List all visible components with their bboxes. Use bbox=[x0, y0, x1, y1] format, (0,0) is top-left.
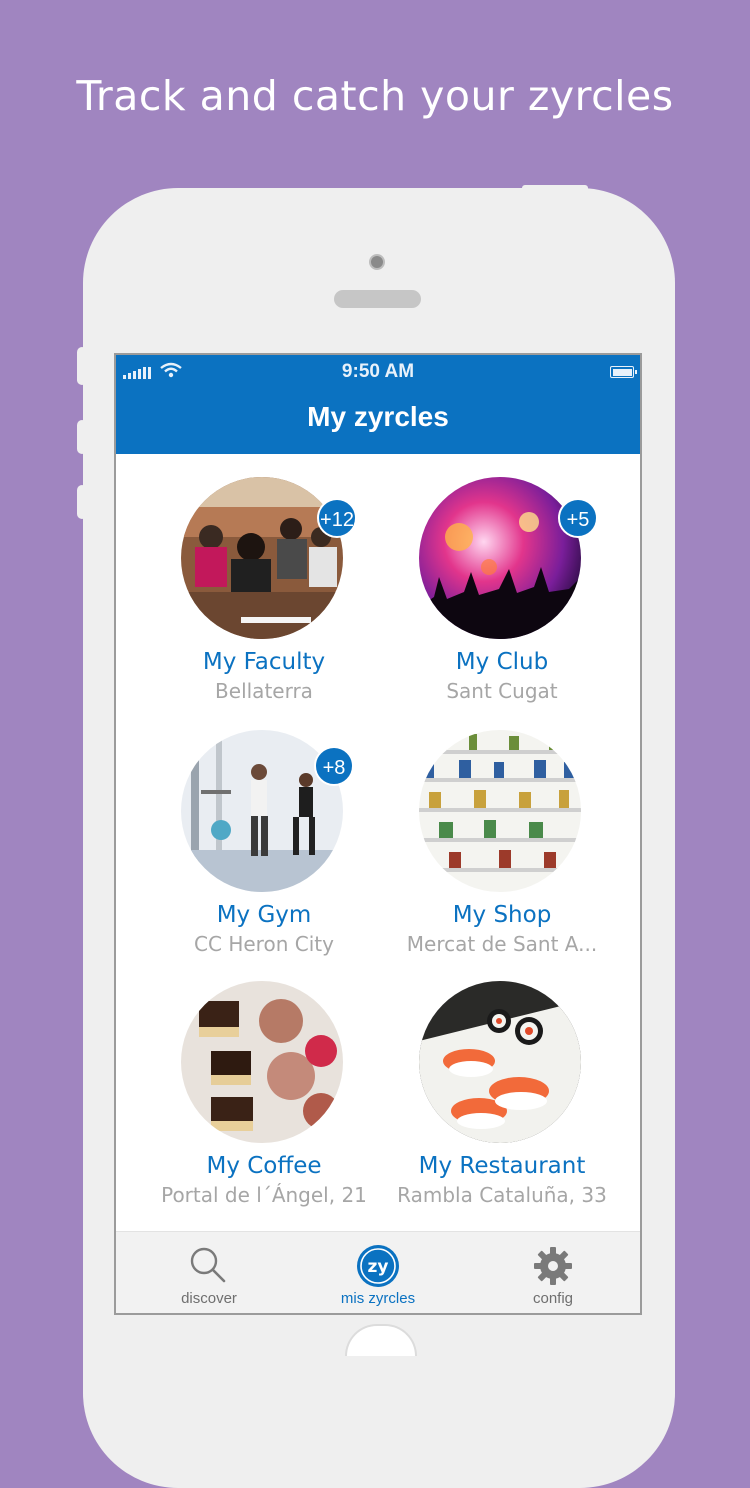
zyrcle-name: My Club bbox=[455, 649, 549, 675]
phone-screen: 9:50 AM My zyrcles +12 My Faculty Bellat… bbox=[114, 353, 642, 1315]
page-title: My zyrcles bbox=[307, 401, 449, 432]
zyrcle-name: My Shop bbox=[452, 902, 552, 928]
zyrcle-location: Bellaterra bbox=[215, 679, 313, 703]
gear-icon bbox=[534, 1247, 572, 1285]
zy-logo-icon: zy bbox=[357, 1245, 399, 1287]
zyrcle-name: My Coffee bbox=[206, 1153, 322, 1179]
notification-badge: +5 bbox=[558, 498, 598, 538]
zyrcle-card-faculty[interactable]: +12 My Faculty Bellaterra bbox=[144, 477, 384, 707]
pastries-photo bbox=[181, 981, 343, 1143]
svg-text:zy: zy bbox=[368, 1257, 389, 1277]
nightclub-photo bbox=[419, 477, 581, 639]
navigation-bar: 9:50 AM My zyrcles bbox=[116, 355, 640, 454]
tab-discover[interactable]: discover bbox=[139, 1232, 279, 1313]
tab-label: discover bbox=[181, 1290, 237, 1307]
tab-mis-zyrcles[interactable]: zy mis zyrcles bbox=[308, 1232, 448, 1313]
zyrcle-location: Portal de l´Ángel, 21 bbox=[161, 1183, 367, 1207]
battery-icon bbox=[610, 366, 637, 378]
earpiece-speaker bbox=[334, 290, 421, 308]
shop-shelves-photo bbox=[419, 730, 581, 892]
notification-badge: +12 bbox=[317, 498, 357, 538]
search-icon bbox=[190, 1247, 226, 1283]
zyrcle-location: Rambla Cataluña, 33 bbox=[397, 1183, 607, 1207]
zyrcle-name: My Gym bbox=[216, 902, 312, 928]
tab-bar: discover zy mis zyrcles config bbox=[116, 1231, 640, 1313]
sushi-photo bbox=[419, 981, 581, 1143]
zyrcle-name: My Faculty bbox=[202, 649, 326, 675]
tab-config[interactable]: config bbox=[483, 1232, 623, 1313]
zyrcle-name: My Restaurant bbox=[418, 1153, 586, 1179]
zyrcle-location: Sant Cugat bbox=[446, 679, 558, 703]
promo-headline: Track and catch your zyrcles bbox=[76, 72, 674, 120]
zyrcle-card-gym[interactable]: +8 My Gym CC Heron City bbox=[144, 730, 384, 960]
zyrcle-card-restaurant[interactable]: My Restaurant Rambla Cataluña, 33 bbox=[382, 981, 622, 1211]
zyrcle-location: Mercat de Sant A... bbox=[406, 932, 598, 956]
status-time: 9:50 AM bbox=[341, 361, 415, 382]
status-bar: 9:50 AM bbox=[116, 355, 640, 389]
tab-label: config bbox=[532, 1290, 574, 1307]
zyrcle-location: CC Heron City bbox=[194, 932, 334, 956]
zyrcle-card-club[interactable]: +5 My Club Sant Cugat bbox=[382, 477, 622, 707]
lecture-hall-photo bbox=[181, 477, 343, 639]
notification-badge: +8 bbox=[314, 746, 354, 786]
front-camera bbox=[369, 254, 385, 270]
zyrcle-card-shop[interactable]: My Shop Mercat de Sant A... bbox=[382, 730, 622, 960]
tab-label: mis zyrcles bbox=[340, 1290, 416, 1307]
zyrcle-card-coffee[interactable]: My Coffee Portal de l´Ángel, 21 bbox=[144, 981, 384, 1211]
